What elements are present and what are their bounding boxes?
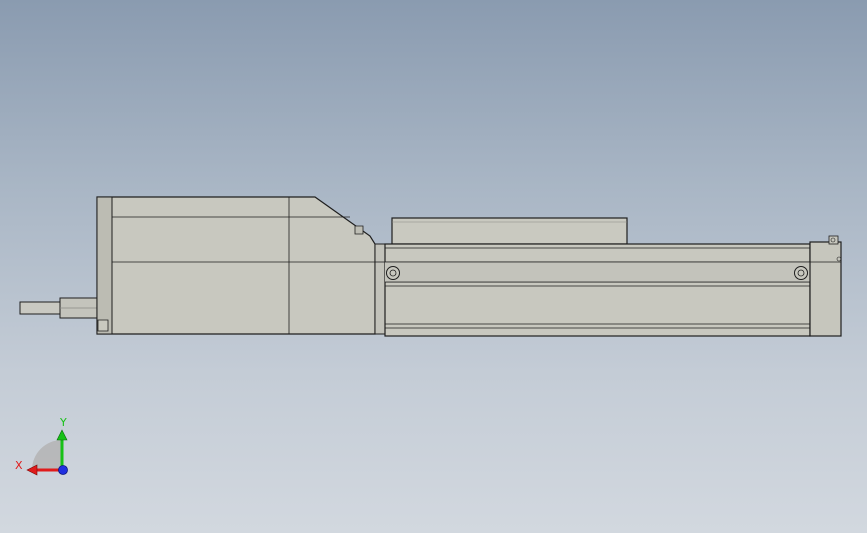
- axis-triad: Y X: [15, 416, 68, 476]
- motor-shaft[interactable]: [19, 297, 99, 319]
- x-axis-label: X: [15, 459, 23, 472]
- z-axis-dot: [58, 465, 68, 475]
- coupling-block[interactable]: [374, 243, 386, 335]
- model-view[interactable]: Y X: [0, 0, 867, 533]
- slider-carriage[interactable]: [391, 217, 628, 245]
- rail-screw-left[interactable]: [386, 266, 400, 280]
- motor-housing[interactable]: [96, 196, 376, 335]
- y-axis-label: Y: [59, 416, 67, 429]
- end-cap[interactable]: [809, 235, 842, 337]
- rail-screw-right[interactable]: [794, 266, 808, 280]
- linear-rail[interactable]: [384, 243, 811, 337]
- cad-viewport[interactable]: Y X: [0, 0, 867, 533]
